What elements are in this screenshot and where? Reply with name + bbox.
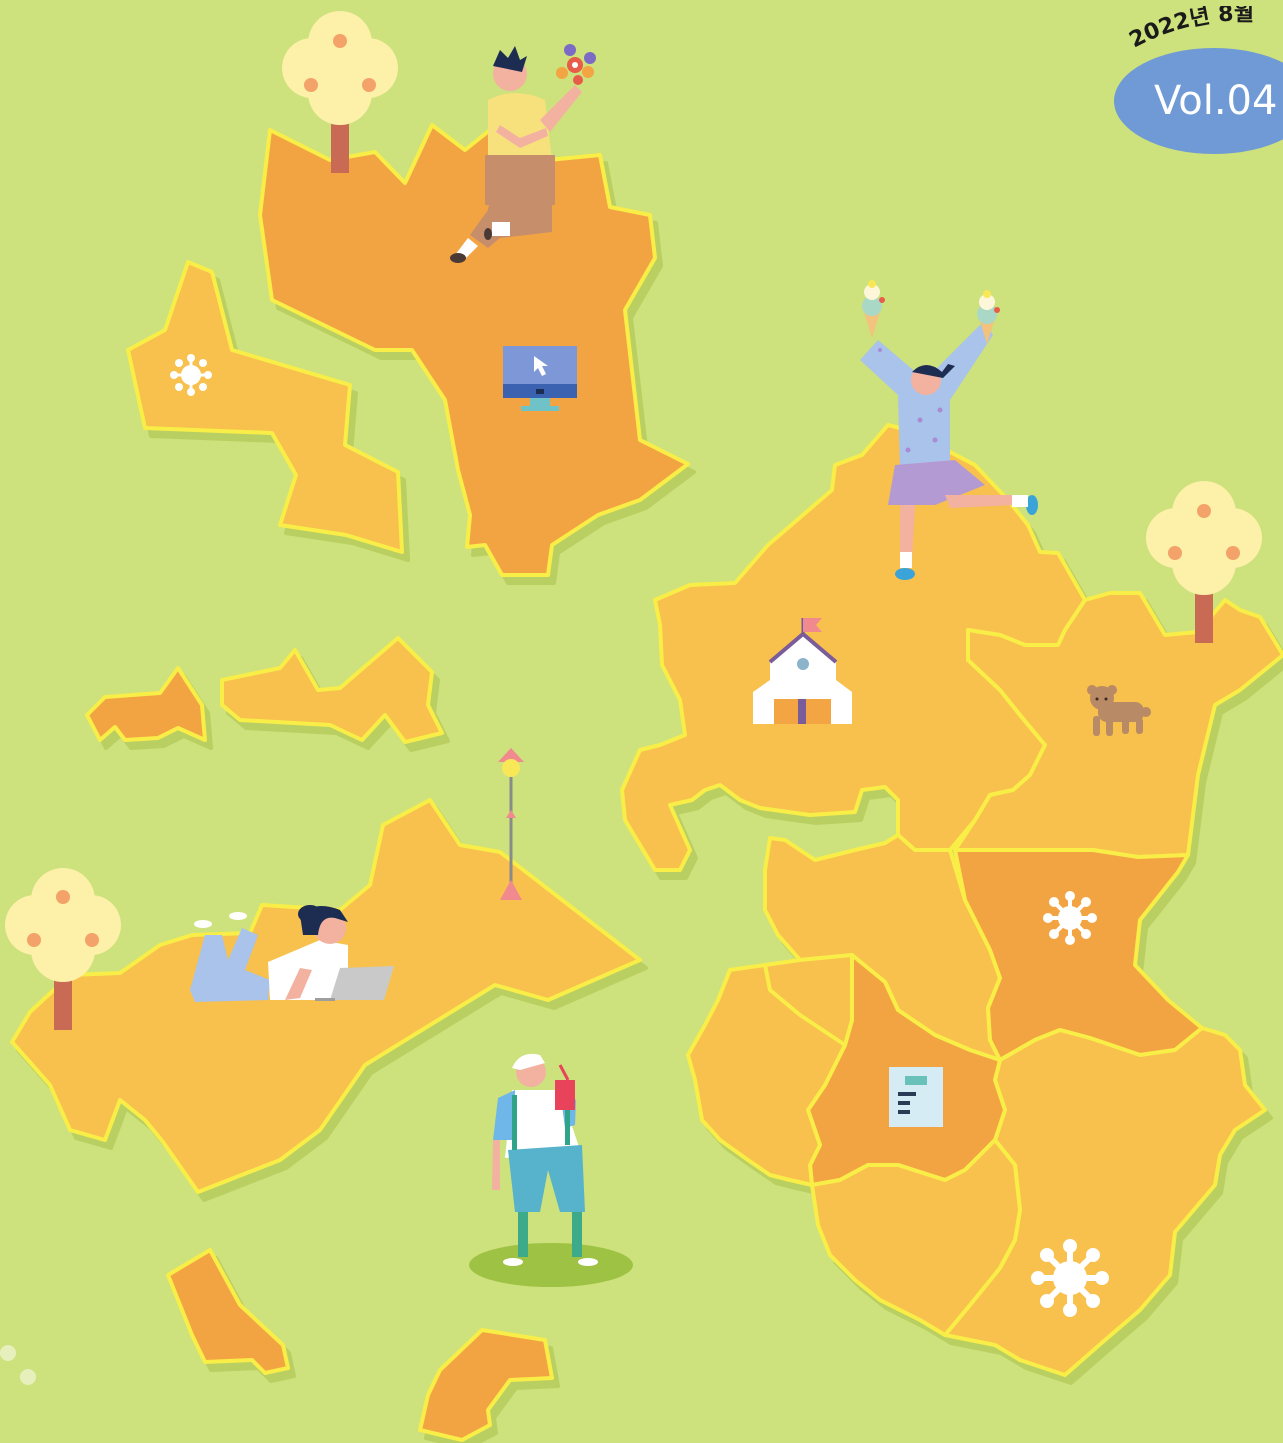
decorative-dots [0,1345,36,1385]
man-with-drink-figure [469,1053,633,1287]
cover-illustration: 2022년 8월 Vol.04 [0,0,1283,1443]
document-icon [889,1067,943,1127]
flower-bouquet [556,44,596,85]
region-island-west-2 [220,636,444,744]
region-island-south-1 [166,1248,290,1375]
svg-text:2022년 8월: 2022년 8월 [1128,6,1254,53]
region-island-west-1 [85,666,207,742]
map-regions [10,116,1283,1442]
issue-date-text: 2022년 8월 [1128,6,1254,53]
volume-text: Vol.04 [1154,78,1278,124]
region-island-south-2 [418,1328,554,1442]
region-map-scene [0,11,1283,1442]
region-east-dark [953,848,1204,1062]
